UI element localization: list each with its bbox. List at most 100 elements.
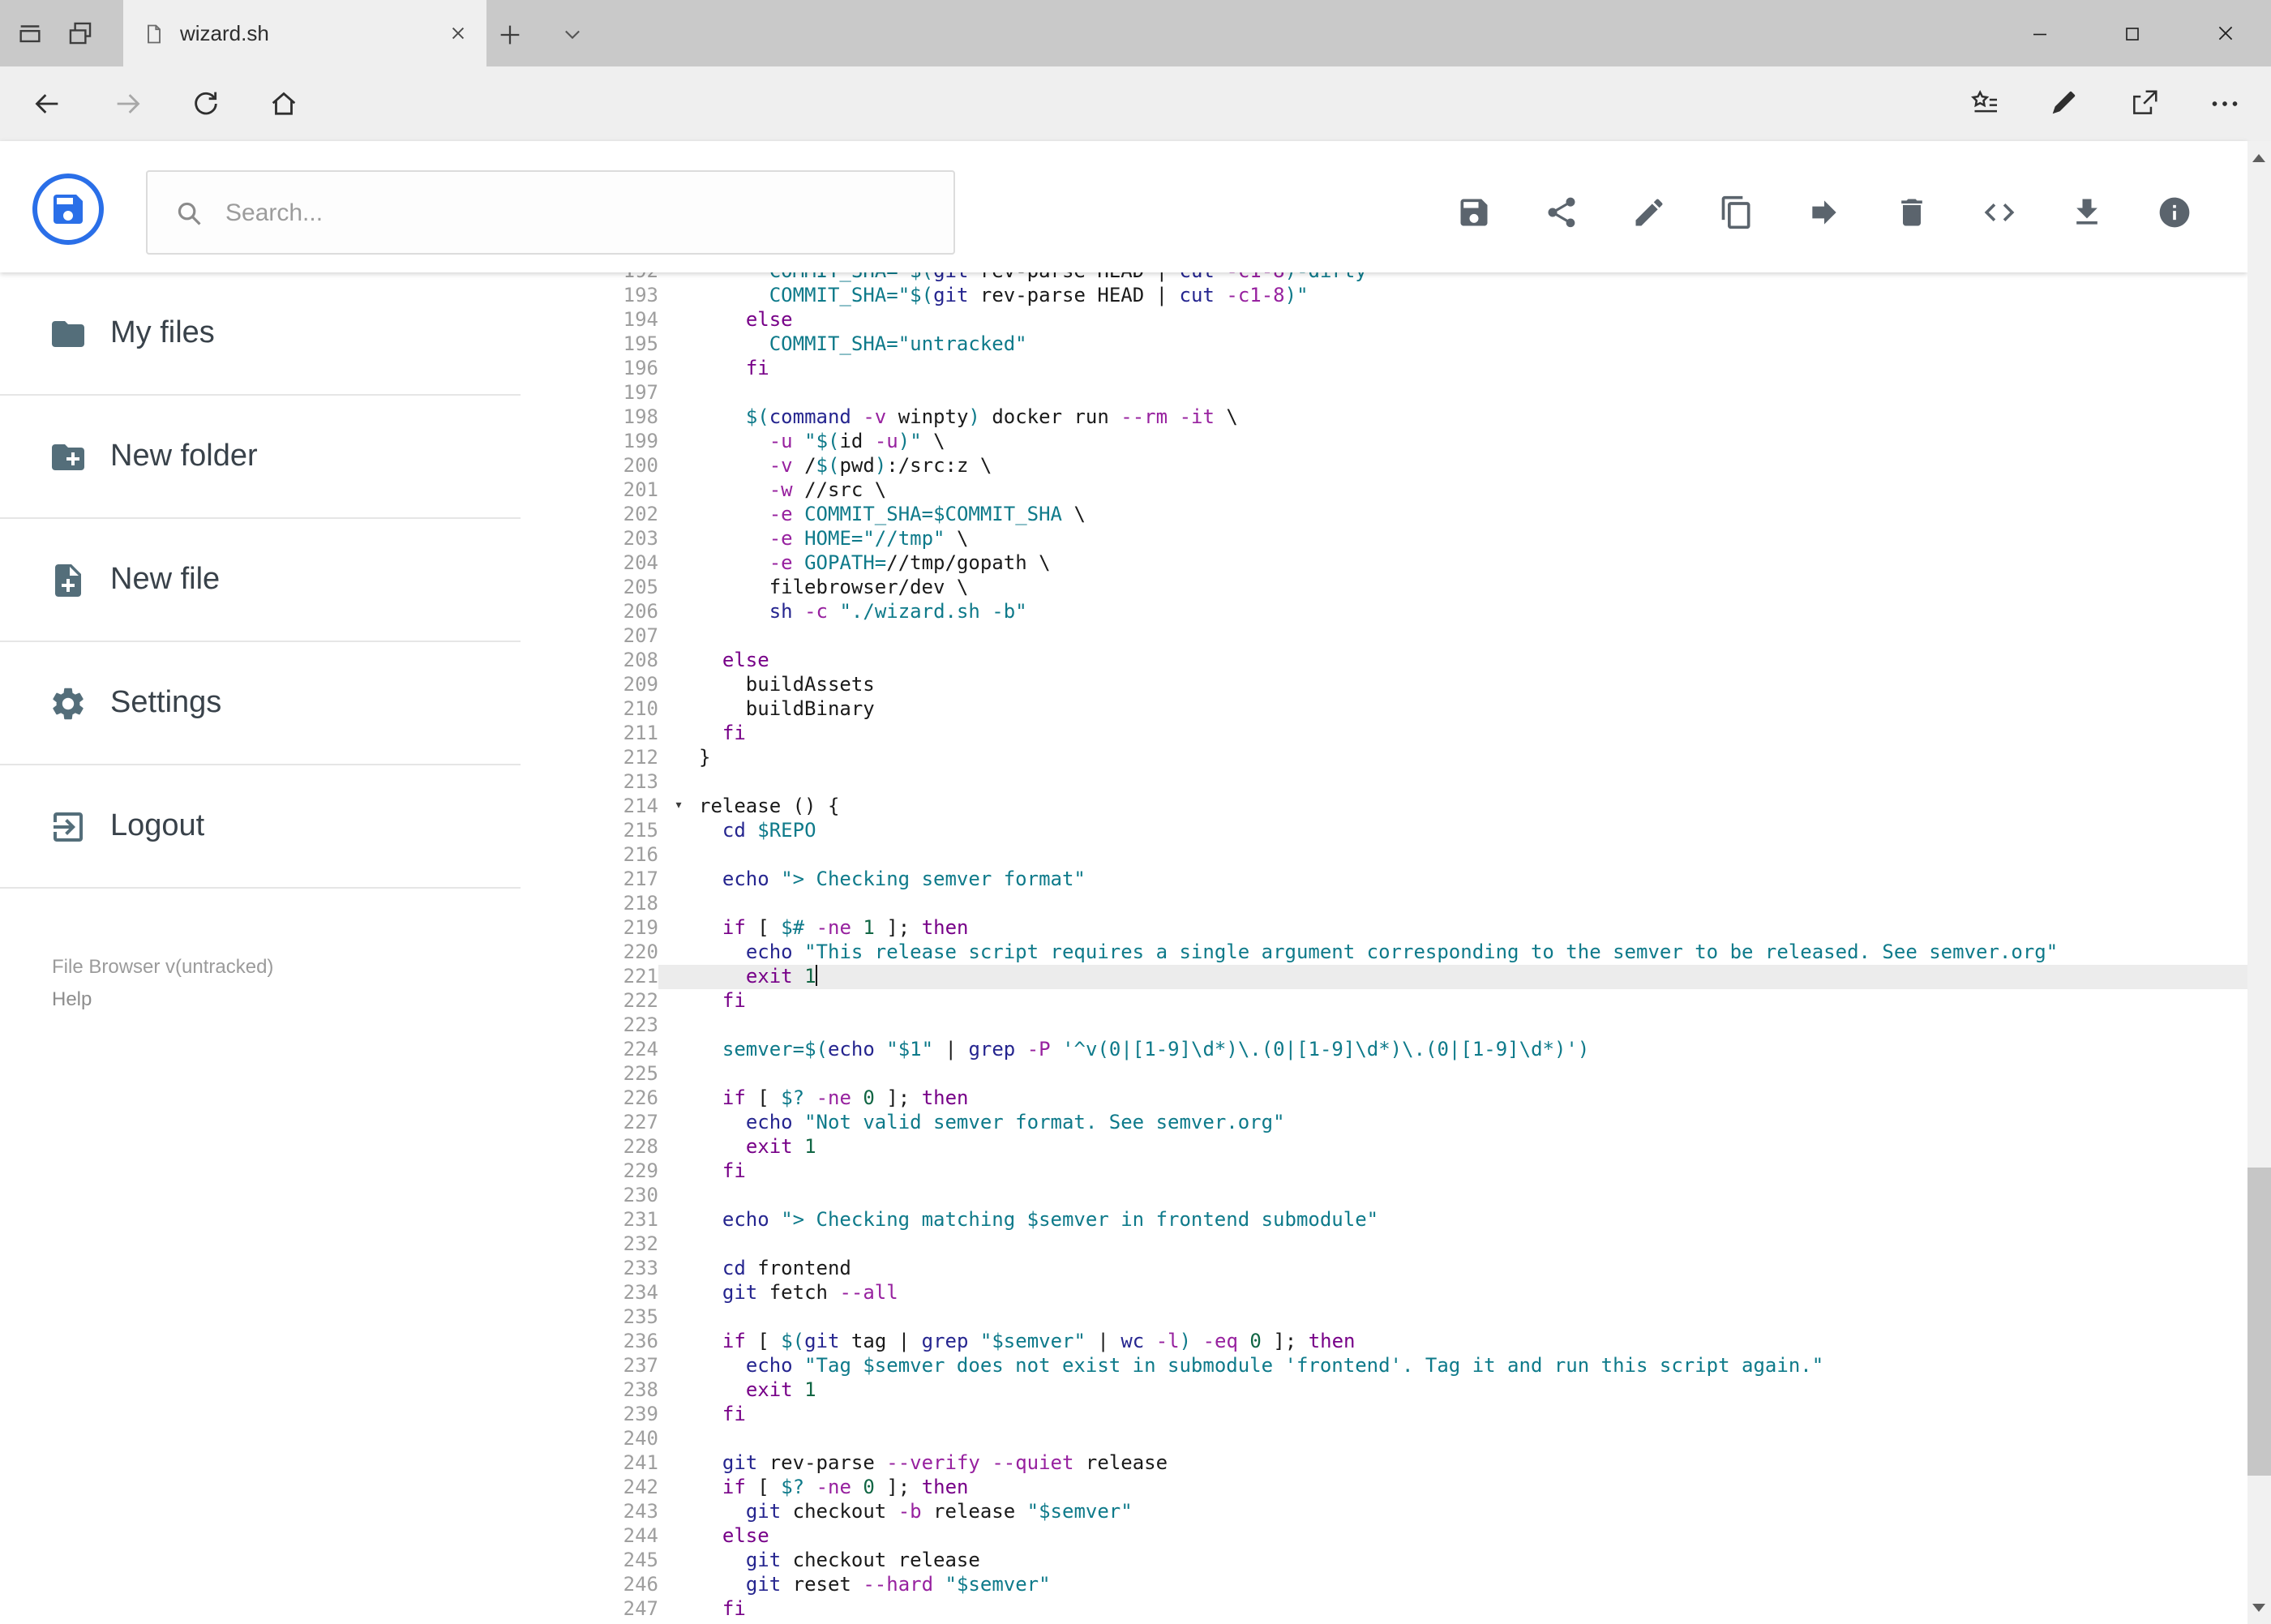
code-line[interactable]: 244 else [521,1524,2247,1549]
share-icon[interactable] [2129,88,2162,120]
code-line[interactable]: 194 else [521,308,2247,332]
code-line[interactable]: 240 [521,1427,2247,1451]
code-line[interactable]: 201 -w //src \ [521,478,2247,503]
code-line[interactable]: 245 git checkout release [521,1549,2247,1573]
info-icon[interactable] [2154,193,2193,232]
code-line[interactable]: 222 fi [521,989,2247,1013]
sidebar-item-new-file[interactable]: New file [0,519,521,642]
scroll-up-arrow-icon[interactable] [2247,144,2271,170]
search-bar[interactable] [146,170,955,255]
code-editor[interactable]: 192 COMMIT_SHA="$(git rev-parse HEAD | c… [521,272,2247,1624]
back-icon[interactable] [31,88,63,120]
code-line[interactable]: 205 filebrowser/dev \ [521,576,2247,600]
code-line[interactable]: 199 -u "$(id -u)" \ [521,430,2247,454]
code-line[interactable]: 230 [521,1184,2247,1208]
code-line[interactable]: 221 exit 1 [521,965,2247,989]
code-line[interactable]: 206 sh -c "./wizard.sh -b" [521,600,2247,624]
code-line[interactable]: 223 [521,1013,2247,1038]
window-maximize-button[interactable] [2086,0,2179,66]
sidebar-item-settings[interactable]: Settings [0,642,521,765]
fold-gutter [658,624,699,649]
code-line[interactable]: 217 echo "> Checking semver format" [521,868,2247,892]
code-line[interactable]: 195 COMMIT_SHA="untracked" [521,332,2247,357]
browser-tab[interactable]: wizard.sh [123,0,486,66]
new-tab-button[interactable] [486,11,532,57]
move-icon[interactable] [1804,193,1843,232]
code-line[interactable]: 213 [521,770,2247,795]
code-line[interactable]: 204 -e GOPATH=//tmp/gopath \ [521,551,2247,576]
code-line[interactable]: 202 -e COMMIT_SHA=$COMMIT_SHA \ [521,503,2247,527]
fold-marker-icon[interactable]: ▾ [658,795,699,819]
code-line[interactable]: 208 else [521,649,2247,673]
share-icon[interactable] [1541,193,1580,232]
save-icon[interactable] [1454,193,1493,232]
fold-gutter [658,1111,699,1135]
code-line[interactable]: 218 [521,892,2247,916]
code-line[interactable]: 247 fi [521,1597,2247,1622]
code-line[interactable]: 238 exit 1 [521,1378,2247,1403]
line-number: 226 [521,1086,658,1111]
code-line[interactable]: 209 buildAssets [521,673,2247,697]
code-line[interactable]: 229 fi [521,1159,2247,1184]
home-icon[interactable] [268,88,300,120]
code-line[interactable]: 237 echo "Tag $semver does not exist in … [521,1354,2247,1378]
code-line[interactable]: 228 exit 1 [521,1135,2247,1159]
scrollbar-thumb[interactable] [2247,1168,2271,1476]
code-line[interactable]: 192 COMMIT_SHA="$(git rev-parse HEAD | c… [521,272,2247,284]
sidebar-item-logout[interactable]: Logout [0,765,521,889]
code-line[interactable]: 203 -e HOME="//tmp" \ [521,527,2247,551]
code-line[interactable]: 242 if [ $? -ne 0 ]; then [521,1476,2247,1500]
set-tabs-aside-icon[interactable] [16,19,44,47]
code-line[interactable]: 219 if [ $# -ne 1 ]; then [521,916,2247,941]
code-line[interactable]: 200 -v /$(pwd):/src:z \ [521,454,2247,478]
code-line[interactable]: 214 ▾ release () { [521,795,2247,819]
download-icon[interactable] [2067,193,2106,232]
fold-gutter [658,989,699,1013]
code-line[interactable]: 197 [521,381,2247,405]
code-line[interactable]: 216 [521,843,2247,868]
hub-favorites-icon[interactable] [1969,88,2001,120]
code-line[interactable]: 215 cd $REPO [521,819,2247,843]
code-line[interactable]: 234 git fetch --all [521,1281,2247,1305]
code-line[interactable]: 193 COMMIT_SHA="$(git rev-parse HEAD | c… [521,284,2247,308]
code-line[interactable]: 226 if [ $? -ne 0 ]; then [521,1086,2247,1111]
code-line[interactable]: 207 [521,624,2247,649]
code-line[interactable]: 196 fi [521,357,2247,381]
tab-preview-chevron-icon[interactable] [551,13,593,55]
code-line[interactable]: 227 echo "Not valid semver format. See s… [521,1111,2247,1135]
code-line[interactable]: 231 echo "> Checking matching $semver in… [521,1208,2247,1232]
code-line[interactable]: 212} [521,746,2247,770]
code-line[interactable]: 246 git reset --hard "$semver" [521,1573,2247,1597]
window-minimize-button[interactable] [1994,0,2086,66]
page-scrollbar[interactable] [2247,141,2271,1624]
code-line[interactable]: 211 fi [521,722,2247,746]
code-line[interactable]: 220 echo "This release script requires a… [521,941,2247,965]
more-icon[interactable] [2209,88,2241,120]
delete-icon[interactable] [1892,193,1930,232]
help-link[interactable]: Help [52,986,273,1013]
copy-icon[interactable] [1716,193,1755,232]
code-line[interactable]: 224 semver=$(echo "$1" | grep -P '^v(0|[… [521,1038,2247,1062]
window-close-button[interactable] [2179,0,2271,66]
search-input[interactable] [225,199,928,226]
code-line[interactable]: 210 buildBinary [521,697,2247,722]
code-line[interactable]: 236 if [ $(git tag | grep "$semver" | wc… [521,1330,2247,1354]
code-line[interactable]: 198 $(command -v winpty) docker run --rm… [521,405,2247,430]
code-line[interactable]: 243 git checkout -b release "$semver" [521,1500,2247,1524]
code-icon[interactable] [1979,193,2018,232]
code-line[interactable]: 225 [521,1062,2247,1086]
code-line[interactable]: 241 git rev-parse --verify --quiet relea… [521,1451,2247,1476]
code-line[interactable]: 232 [521,1232,2247,1257]
code-line[interactable]: 233 cd frontend [521,1257,2247,1281]
edit-icon[interactable] [1629,193,1668,232]
web-note-pen-icon[interactable] [2048,88,2080,120]
code-line[interactable]: 239 fi [521,1403,2247,1427]
refresh-icon[interactable] [190,88,222,120]
tabs-aside-list-icon[interactable] [66,19,94,47]
scroll-down-arrow-icon[interactable] [2247,1595,2271,1621]
sidebar-item-my-files[interactable]: My files [0,272,521,396]
code-line[interactable]: 235 [521,1305,2247,1330]
sidebar-item-new-folder[interactable]: New folder [0,396,521,519]
tab-close-icon[interactable] [449,24,467,42]
forward-icon[interactable] [112,88,144,120]
